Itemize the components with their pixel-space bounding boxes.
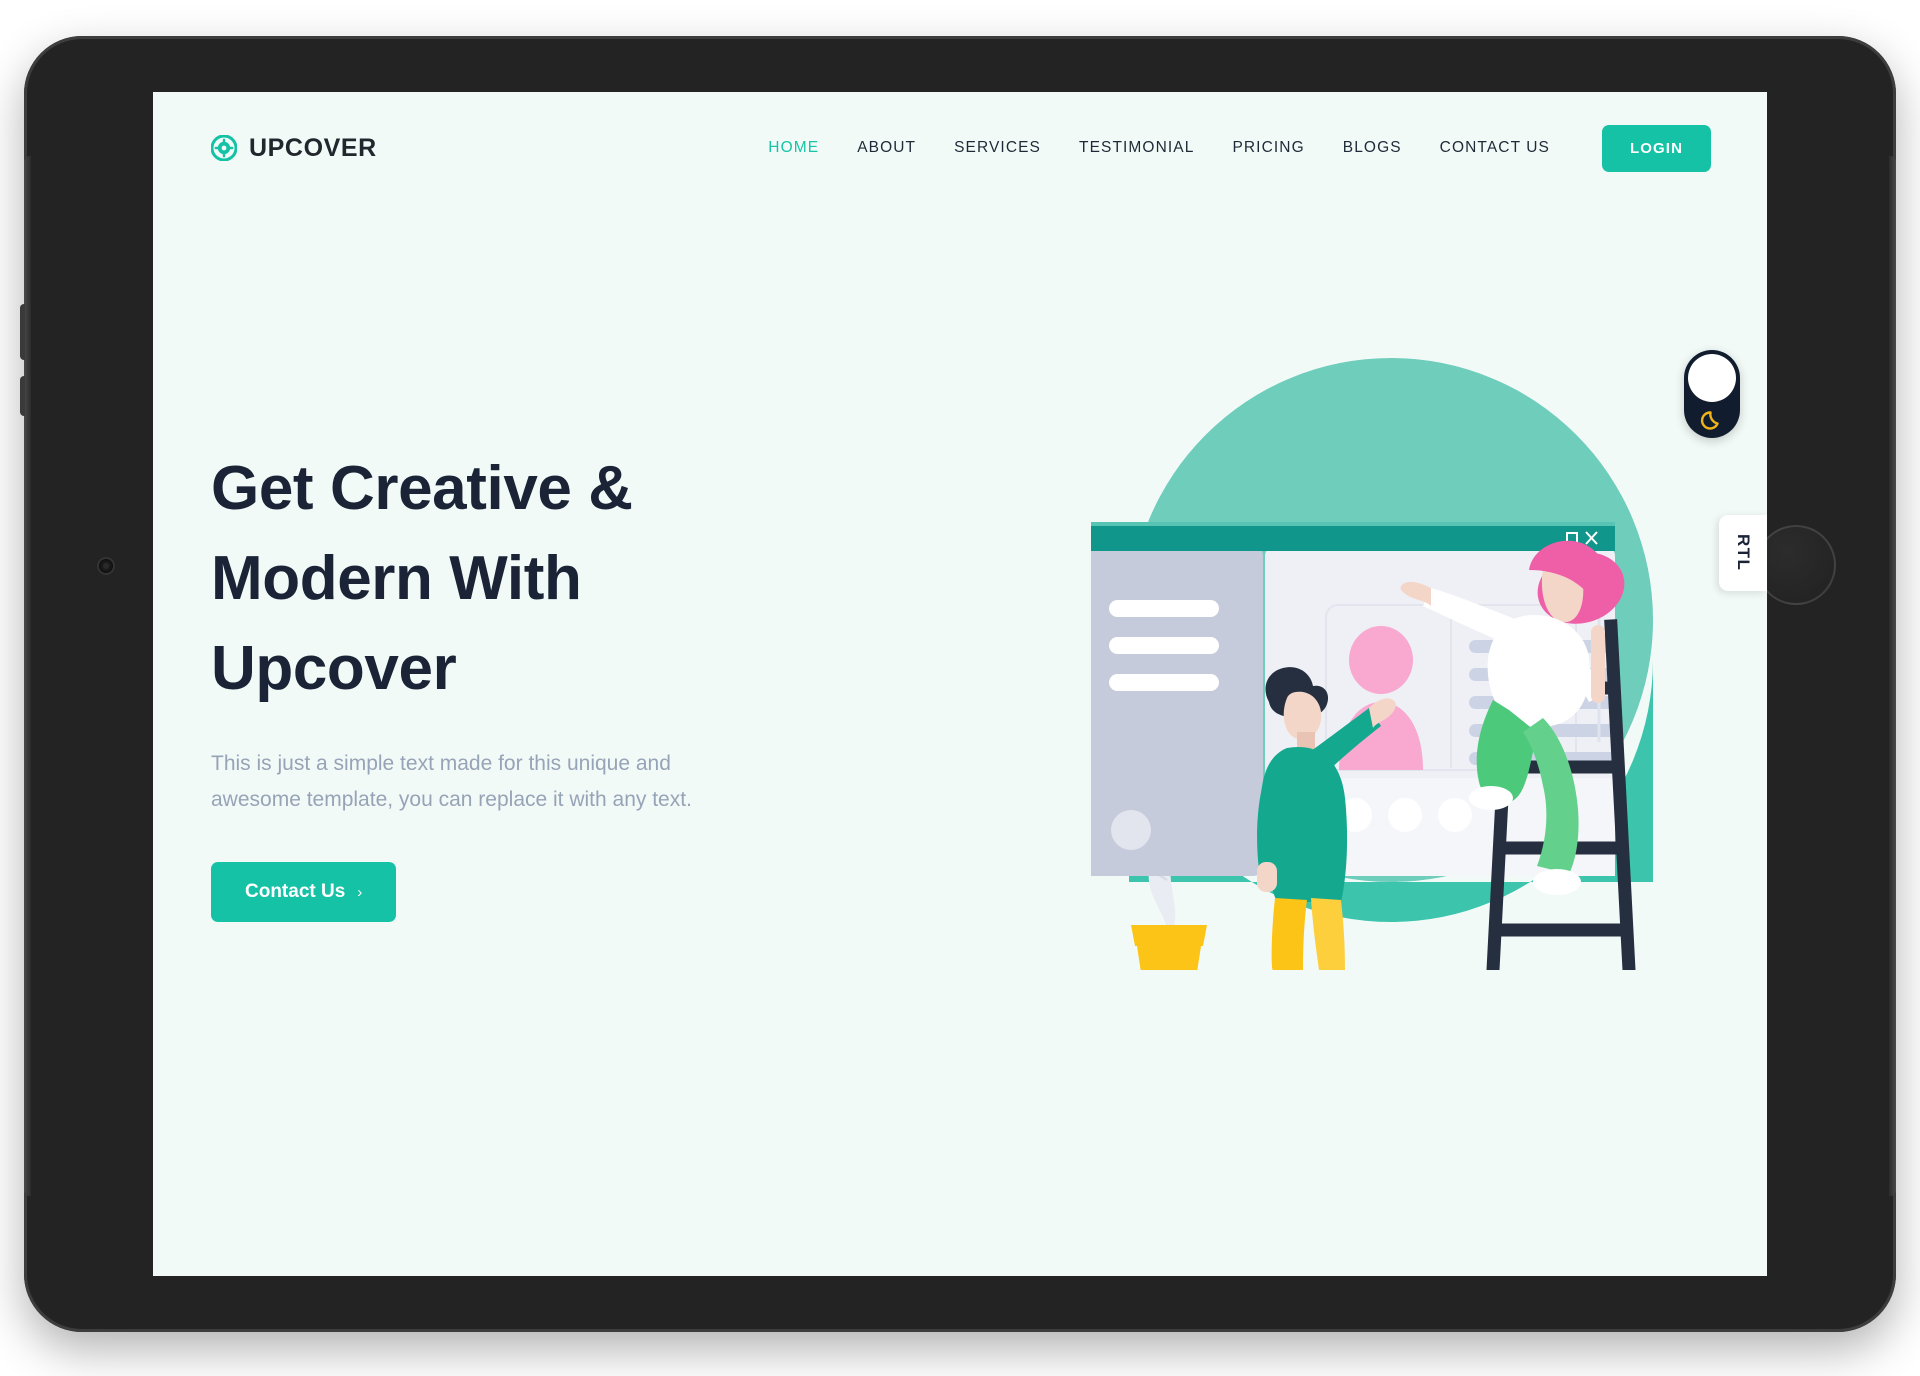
moon-icon	[1700, 411, 1719, 430]
contact-us-button[interactable]: Contact Us ›	[211, 862, 397, 922]
volume-up-button[interactable]	[20, 304, 25, 360]
toggle-knob[interactable]	[1688, 354, 1736, 402]
nav-item-services[interactable]: SERVICES	[935, 139, 1060, 157]
hero-title: Get Creative & Modern With Upcover	[211, 444, 831, 714]
hero-title-line-1: Get Creative &	[211, 454, 633, 523]
brand-logo[interactable]: UPCOVER	[211, 134, 377, 163]
hero-illustration	[1091, 270, 1767, 970]
login-button[interactable]: LOGIN	[1602, 124, 1711, 172]
rtl-tab-label: RTL	[1734, 534, 1753, 572]
nav-item-blogs[interactable]: BLOGS	[1324, 139, 1421, 157]
nav-item-testimonial[interactable]: TESTIMONIAL	[1060, 139, 1213, 157]
device-left-edge	[24, 156, 31, 1196]
device-right-edge	[1889, 156, 1896, 1196]
hero-subtitle: This is just a simple text made for this…	[211, 746, 831, 818]
hero-subtitle-line-2: awesome template, you can replace it wit…	[211, 788, 692, 811]
main-nav: HOME ABOUT SERVICES TESTIMONIAL PRICING …	[749, 124, 1711, 172]
nav-item-home[interactable]: HOME	[749, 139, 838, 157]
site-header: UPCOVER HOME ABOUT SERVICES TESTIMONIAL …	[153, 92, 1767, 204]
nav-item-about[interactable]: ABOUT	[838, 139, 935, 157]
gear-flower-icon	[211, 135, 237, 161]
home-circle-icon[interactable]	[1756, 525, 1836, 605]
brand-name: UPCOVER	[249, 133, 377, 162]
window-title-bar	[1091, 525, 1615, 551]
tablet-screen: UPCOVER HOME ABOUT SERVICES TESTIMONIAL …	[153, 92, 1767, 1276]
chevron-right-icon: ›	[357, 883, 363, 901]
hero-title-line-2: Modern With	[211, 544, 582, 613]
sidebar-placeholder-bars	[1109, 600, 1219, 691]
nav-item-contact-us[interactable]: CONTACT US	[1421, 139, 1569, 157]
volume-down-button[interactable]	[20, 376, 25, 416]
tablet-device-frame: UPCOVER HOME ABOUT SERVICES TESTIMONIAL …	[20, 36, 1896, 1332]
contact-us-button-label: Contact Us	[245, 881, 346, 902]
hero-copy: Get Creative & Modern With Upcover This …	[211, 444, 831, 922]
dark-mode-toggle[interactable]	[1684, 350, 1740, 438]
nav-item-pricing[interactable]: PRICING	[1213, 139, 1323, 157]
hero-title-line-3: Upcover	[211, 634, 457, 703]
hero-subtitle-line-1: This is just a simple text made for this…	[211, 752, 671, 775]
camera-dot-icon	[97, 557, 115, 575]
rtl-toggle-tab[interactable]: RTL	[1719, 515, 1767, 591]
